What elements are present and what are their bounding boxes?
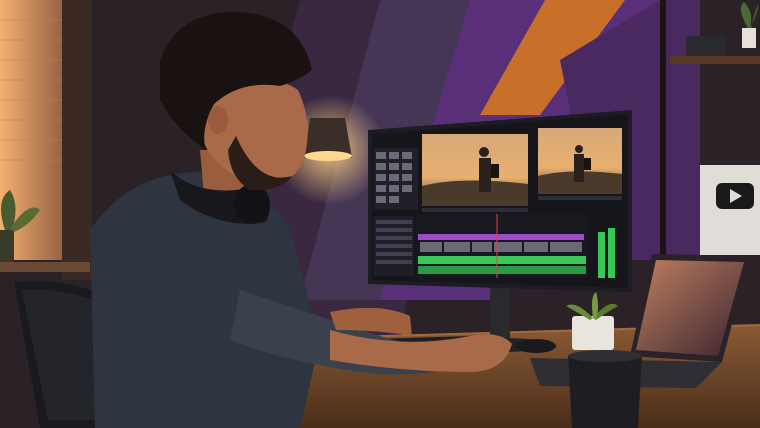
media-bin [374,148,418,210]
shelf [670,56,760,64]
purple-track [418,234,584,240]
program-preview [538,128,622,194]
photo-scene [0,0,760,428]
mouse [516,339,556,353]
scene-illustration [0,0,760,428]
monitor-stand [490,285,510,343]
youtube-play-icon [716,183,754,209]
timeline [416,214,588,278]
track-headers [374,216,414,276]
lamp-light [304,151,352,161]
mug [568,350,642,428]
youtube-sign [700,165,760,255]
source-preview [422,134,528,206]
green-track [418,256,586,264]
ear [208,106,228,134]
monitor [368,110,632,292]
